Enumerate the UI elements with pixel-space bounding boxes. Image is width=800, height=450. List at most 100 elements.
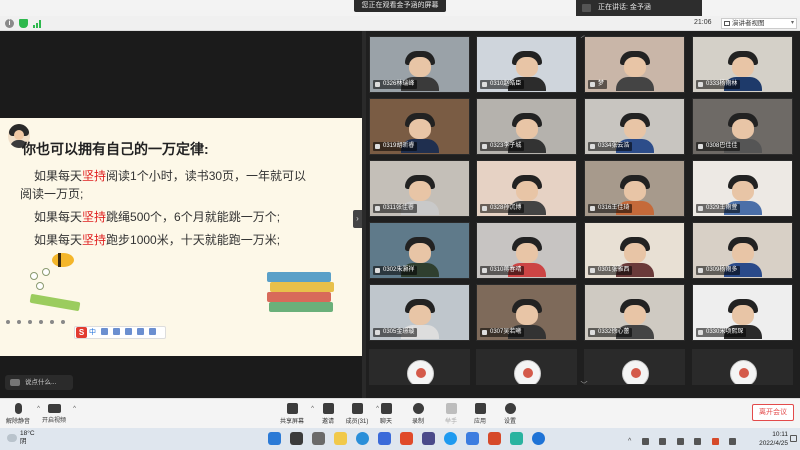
settings-label: 设置 [503,419,516,425]
wifi-icon[interactable] [729,438,737,446]
chevron-down-icon: ▾ [790,20,794,26]
store-icon[interactable] [378,432,391,445]
participant-tile[interactable]: 0311张佳睿 [369,160,470,217]
slide-tool-dots[interactable] [6,311,72,324]
browser-icon[interactable] [532,432,545,445]
edge-browser-icon[interactable] [356,432,369,445]
chat-button[interactable]: 聊天 [370,402,402,428]
invite-button[interactable]: 邀请 [312,402,344,428]
raise-hand-label: 举手 [444,419,457,425]
participant-name: 0302朱灏祥 [373,266,418,275]
shared-screen-area[interactable]: 你也可以拥有自己的一万定律: 如果每天坚持阅读1个小时，读书30页，一年就可以 … [0,31,362,398]
participant-tile[interactable]: 0333杨雨林 [692,36,793,93]
participant-tile-avatar[interactable] [369,349,470,385]
search-icon[interactable] [290,432,303,445]
participant-tile[interactable]: 0323李子城 [476,98,577,155]
participant-tile-avatar[interactable] [476,349,577,385]
participant-tile[interactable]: 0310赵皓臣 [476,36,577,93]
photos-icon[interactable] [400,432,413,445]
start-menu-icon[interactable] [268,432,281,445]
view-mode-button[interactable]: 演讲者视图 ▾ [721,18,797,29]
task-view-icon[interactable] [312,432,325,445]
participant-tile[interactable]: 0307吴若曦 [476,284,577,341]
weather-widget[interactable]: 18°C 阴 [6,430,56,448]
cloud-icon [7,434,17,442]
app-icon[interactable] [422,432,435,445]
presentation-slide: 你也可以拥有自己的一万定律: 如果每天坚持阅读1个小时，读书30页，一年就可以 … [0,118,362,356]
participant-tile-avatar[interactable] [692,349,793,385]
participant-tile[interactable]: 0308巴佳佳 [692,98,793,155]
microphone-muted-icon [14,403,22,414]
signal-strength-icon[interactable] [33,19,42,28]
participant-name: 0333杨雨林 [696,80,741,89]
participant-tile[interactable]: 0329王雨萱 [692,160,793,217]
system-tray[interactable]: ^ 中 [628,433,744,446]
chevron-up-icon[interactable]: ^ [73,406,76,412]
shield-icon[interactable] [19,19,28,28]
participant-tile[interactable]: 0316王佳琦 [584,160,685,217]
avatar [730,360,757,384]
invite-user-icon [322,403,334,414]
system-date: 2022/4/25 [759,440,788,447]
chat-app-icon[interactable] [466,432,479,445]
share-screen-button[interactable]: 共享屏幕 ^ [276,402,314,428]
leave-meeting-button[interactable]: 离开会议 [752,404,794,421]
start-video-button[interactable]: 开启视频 ^ [38,402,76,428]
participant-tile-avatar[interactable] [584,349,685,385]
raise-hand-button[interactable]: 举手 [435,402,467,428]
avatar [622,360,649,384]
app-icon-2[interactable] [510,432,523,445]
participant-tile[interactable]: 0309杨雨多 [692,222,793,279]
chat-bubble-icon [10,379,20,386]
apps-button[interactable]: 应用 [464,402,496,428]
info-icon[interactable]: i [5,19,14,28]
input-method-toolbar[interactable]: S 中 [74,326,166,339]
participant-name: 0309杨雨多 [696,266,741,275]
participant-tile[interactable]: 0328孙沉博 [476,160,577,217]
slide-line-1b: 阅读一万页; [20,187,84,201]
tray-app-icon[interactable] [694,438,702,446]
participant-tile[interactable]: 0310蒋春晴 [476,222,577,279]
participant-tile[interactable]: 0334张云浩 [584,98,685,155]
slide-line-3: 如果每天坚持跑步1000米，十天就能跑一万米; [34,233,281,247]
participant-tile[interactable]: 0332徐心蕾 [584,284,685,341]
participant-tile[interactable]: 0302朱灏祥 [369,222,470,279]
tray-app-icon[interactable] [641,438,649,446]
collapse-panel-icon[interactable]: › [353,210,362,228]
powerpoint-icon[interactable] [488,432,501,445]
meeting-app-icon[interactable] [444,432,457,445]
scroll-down-icon[interactable]: ﹀ [578,382,590,390]
unmute-button[interactable]: 解除静音 ^ [2,402,40,428]
tray-app-icon[interactable] [676,438,684,446]
chat-input[interactable]: 说点什么... [5,375,73,390]
file-explorer-icon[interactable] [334,432,347,445]
record-icon [412,403,424,414]
tray-app-icon[interactable] [711,438,719,446]
unmute-label: 解除静音 [5,419,30,425]
tray-app-icon[interactable] [659,438,667,446]
skin-icon [136,328,144,335]
participant-tile[interactable]: 0305金璟璇 [369,284,470,341]
record-button[interactable]: 录制 [402,402,434,428]
members-icon [351,403,363,414]
share-screen-icon [286,403,298,414]
chat-label: 聊天 [379,419,392,425]
members-button[interactable]: 成员(31) ^ [341,402,379,428]
participant-tile[interactable]: 0319胡昕睿 [369,98,470,155]
participant-name: 0319胡昕睿 [373,142,418,151]
chat-icon [380,403,392,414]
avatar [407,360,434,384]
participant-name: 0323李子城 [480,142,525,151]
system-clock[interactable]: 10:11 2022/4/25 [746,430,788,448]
participant-tile[interactable]: 0326林瑞峰 [369,36,470,93]
settings-button[interactable]: 设置 [494,402,526,428]
chevron-up-icon[interactable]: ^ [628,438,631,445]
participant-tile[interactable]: 梦 [584,36,685,93]
slide-title: 你也可以拥有自己的一万定律: [22,141,209,157]
system-time: 10:11 [772,431,788,438]
participant-name: 梦 [588,80,608,89]
participant-tile[interactable]: 0330宋项熙琛 [692,284,793,341]
participant-tile[interactable]: 0301张雅西 [584,222,685,279]
books-illustration [267,264,337,314]
notification-icon[interactable] [790,435,797,442]
